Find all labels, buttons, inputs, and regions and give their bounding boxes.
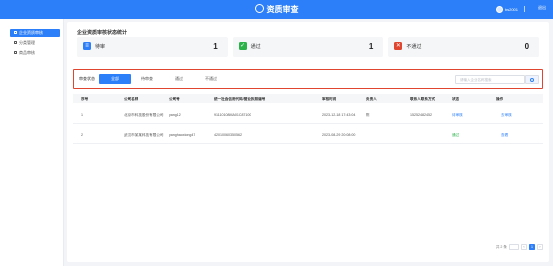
settings-logo-icon xyxy=(254,4,264,13)
user-name[interactable]: bs2001 xyxy=(505,7,518,12)
header-cell: 操作 xyxy=(496,96,504,101)
header-cell: 审核时间 xyxy=(322,96,337,101)
logout-button[interactable]: 退出 xyxy=(538,5,546,11)
list-icon: ≡ xyxy=(83,42,91,50)
row-code: 42010060350562 xyxy=(214,133,242,137)
pagination: 共 2 条 ‹ 1 › xyxy=(496,244,543,250)
main-panel: 企业资质审核状态统计 ≡ 待审 1 ✓ 通过 1 ✕ 不通过 0 审查状态 全部… xyxy=(67,22,549,262)
app-title: 资质审查 xyxy=(0,4,553,15)
sidebar-item-company-audit[interactable]: 企业资质审核 xyxy=(10,29,60,37)
status-badge: 待审核 xyxy=(452,113,463,117)
section-title: 企业资质审核状态统计 xyxy=(77,30,128,36)
table-row: 1 北京市科技股份有限公司 yang12 91110108MA01C87100 … xyxy=(73,106,543,124)
sidebar-item-goods-audit[interactable]: 商品审核 xyxy=(10,49,60,57)
stat-label: 待审 xyxy=(95,44,106,50)
search-input[interactable]: 请输入企业名称搜索 xyxy=(455,75,525,84)
tab-rejected[interactable]: 不通过 xyxy=(195,74,227,84)
header-cell: 状态 xyxy=(452,96,460,101)
stat-value: 0 xyxy=(524,42,530,51)
row-index: 2 xyxy=(81,133,83,137)
header-cell: 联系人联系方式 xyxy=(410,96,436,101)
tab-approved[interactable]: 通过 xyxy=(163,74,195,84)
table-row: 2 武汉市某某科技有限公司 yanghaoxiong47 42010060350… xyxy=(73,126,543,144)
header-cell: 负责人 xyxy=(366,96,377,101)
tab-all[interactable]: 全部 xyxy=(99,74,131,84)
tab-pending[interactable]: 待审查 xyxy=(131,74,163,84)
prev-page-button[interactable]: ‹ xyxy=(521,244,527,250)
close-icon: ✕ xyxy=(394,42,403,50)
page-number[interactable]: 1 xyxy=(529,244,535,250)
row-company: 北京市科技股份有限公司 xyxy=(124,113,164,117)
view-link[interactable]: 查看 xyxy=(501,133,508,138)
check-icon: ✓ xyxy=(238,42,247,50)
row-person: 陈 xyxy=(366,113,370,117)
next-page-button[interactable]: › xyxy=(537,244,543,250)
table-header: 序号 公司名称 公司号 统一社会信用代码/营业执照编号 审核时间 负责人 联系人… xyxy=(73,94,543,103)
user-menu[interactable]: bs2001 xyxy=(495,6,518,13)
header-cell: 公司名称 xyxy=(124,96,139,101)
goods-icon xyxy=(14,51,17,55)
status-filter-bar: 审查状态 全部 待审查 通过 不通过 请输入企业名称搜索 xyxy=(73,69,543,89)
stat-cards: ≡ 待审 1 ✓ 通过 1 ✕ 不通过 0 xyxy=(77,37,540,57)
row-phone: 15252482452 xyxy=(410,113,432,117)
row-account: yanghaoxiong47 xyxy=(169,133,196,137)
header-cell: 统一社会信用代码/营业执照编号 xyxy=(214,96,266,101)
page-size-select[interactable] xyxy=(509,244,519,250)
row-account: yang12 xyxy=(169,113,181,117)
row-index: 1 xyxy=(81,113,83,117)
row-company: 武汉市某某科技有限公司 xyxy=(124,133,164,137)
category-icon xyxy=(14,41,17,45)
document-icon xyxy=(14,31,17,35)
total-count: 共 2 条 xyxy=(495,244,507,249)
search-button[interactable] xyxy=(525,75,539,84)
sidebar-item-label: 企业资质审核 xyxy=(19,30,43,35)
top-header: 资质审查 bs2001 退出 xyxy=(0,0,553,19)
status-tabs: 全部 待审查 通过 不通过 xyxy=(99,74,227,84)
avatar[interactable] xyxy=(495,6,503,13)
header-divider xyxy=(524,6,525,12)
row-code: 91110108MA01C87100 xyxy=(214,113,252,117)
app-title-text: 资质审查 xyxy=(266,5,299,14)
stat-card-rejected: ✕ 不通过 0 xyxy=(388,37,540,57)
header-cell: 公司号 xyxy=(169,96,180,101)
audit-link[interactable]: 去审核 xyxy=(501,113,512,118)
sidebar-item-label: 分类管理 xyxy=(19,40,35,45)
row-time: 2023-08-29 20:08:00 xyxy=(322,133,356,137)
stat-label: 不通过 xyxy=(406,44,422,50)
row-time: 2023-12-18 17:43:04 xyxy=(322,113,356,117)
header-cell: 序号 xyxy=(81,96,89,101)
stat-value: 1 xyxy=(213,42,218,51)
stat-card-pending: ≡ 待审 1 xyxy=(77,37,228,57)
stat-card-approved: ✓ 通过 1 xyxy=(232,37,384,57)
stat-label: 通过 xyxy=(250,44,261,50)
search-icon xyxy=(530,77,534,82)
sidebar-item-label: 商品审核 xyxy=(19,50,35,55)
filter-label: 审查状态 xyxy=(79,76,95,81)
sidebar-item-category[interactable]: 分类管理 xyxy=(10,39,60,47)
status-badge: 通过 xyxy=(452,133,460,137)
sidebar: 企业资质审核 分类管理 商品审核 xyxy=(0,19,64,266)
stat-value: 1 xyxy=(368,42,374,51)
